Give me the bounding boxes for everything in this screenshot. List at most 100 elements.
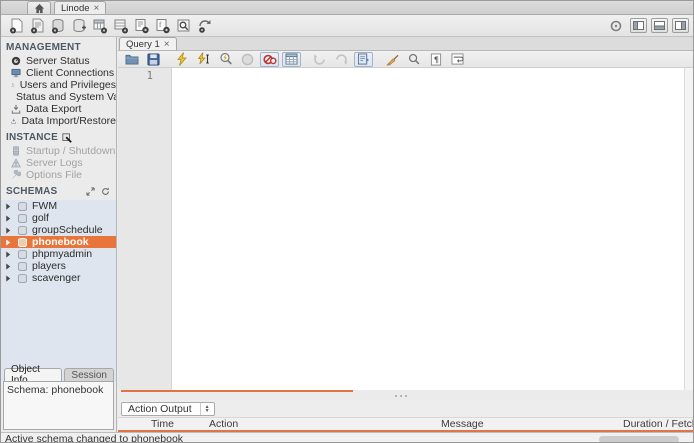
instance-section-title: INSTANCE bbox=[1, 127, 116, 145]
close-icon[interactable]: × bbox=[164, 40, 170, 49]
create-table-button[interactable] bbox=[89, 16, 110, 35]
sidebar-item-server-logs[interactable]: Server Logs bbox=[1, 157, 116, 169]
output-type-select[interactable]: Action Output ▲▼ bbox=[121, 402, 215, 416]
query-tab-label: Query 1 bbox=[126, 39, 160, 50]
output-col-time[interactable]: Time bbox=[151, 418, 209, 430]
schema-row-groupschedule[interactable]: groupSchedule bbox=[1, 224, 116, 236]
tab-object-info[interactable]: Object Info bbox=[4, 368, 62, 381]
find-button[interactable] bbox=[404, 52, 423, 67]
expander-icon[interactable] bbox=[5, 227, 13, 234]
sidebar-item-startup-shutdown[interactable]: Startup / Shutdown bbox=[1, 145, 116, 157]
create-view-icon bbox=[113, 18, 129, 34]
autocommit-icon bbox=[357, 53, 370, 65]
schemas-title-label: SCHEMAS bbox=[6, 186, 57, 197]
save-script-button[interactable] bbox=[144, 52, 163, 67]
object-info-text: Schema: phonebook bbox=[7, 384, 103, 396]
home-tab[interactable] bbox=[27, 1, 51, 14]
panel-splitter[interactable] bbox=[118, 392, 694, 400]
schema-row-fwm[interactable]: FWM bbox=[1, 200, 116, 212]
output-type-label: Action Output bbox=[128, 403, 192, 415]
schema-row-scavenger[interactable]: scavenger bbox=[1, 272, 116, 284]
toggle-limit-rows-button[interactable] bbox=[282, 52, 301, 67]
output-col-action[interactable]: Action bbox=[209, 418, 441, 430]
explain-plan-button[interactable] bbox=[216, 52, 235, 67]
schema-row-phpmyadmin[interactable]: phpmyadmin bbox=[1, 248, 116, 260]
toggle-invisible-characters-button[interactable]: ¶ bbox=[426, 52, 445, 67]
sidebar-item-data-import[interactable]: Data Import/Restore bbox=[1, 115, 116, 127]
toggle-word-wrap-button[interactable] bbox=[448, 52, 467, 67]
output-col-message[interactable]: Message bbox=[441, 418, 623, 430]
stop-execution-button[interactable] bbox=[238, 52, 257, 67]
sidebar-item-server-status[interactable]: Server Status bbox=[1, 55, 116, 67]
expander-icon[interactable] bbox=[5, 275, 13, 282]
sql-editor[interactable]: 1 bbox=[118, 68, 694, 390]
toggle-right-sidebar-button[interactable] bbox=[672, 18, 689, 33]
reconnect-dbms-button[interactable] bbox=[194, 16, 215, 35]
schema-row-golf[interactable]: golf bbox=[1, 212, 116, 224]
select-stepper-icon[interactable]: ▲▼ bbox=[200, 403, 214, 415]
splitter-grip-icon bbox=[395, 395, 409, 397]
schema-db-icon bbox=[17, 262, 28, 271]
expand-schemas-icon[interactable] bbox=[86, 187, 95, 196]
execute-button[interactable] bbox=[172, 52, 191, 67]
schema-row-players[interactable]: players bbox=[1, 260, 116, 272]
status-indicator-button[interactable] bbox=[605, 16, 626, 35]
new-query-tab-button[interactable] bbox=[5, 16, 26, 35]
inspector-button[interactable] bbox=[47, 16, 68, 35]
schema-name-label: phonebook bbox=[32, 236, 89, 248]
find-icon bbox=[408, 53, 420, 65]
editor-scrollbar-track[interactable] bbox=[684, 68, 694, 390]
sidebar-item-status-system-variables[interactable]: Status and System Variables bbox=[1, 91, 116, 103]
reconnect-dbms-icon bbox=[197, 18, 213, 34]
create-schema-button[interactable] bbox=[68, 16, 89, 35]
stop-on-error-icon bbox=[263, 53, 277, 66]
instance-title-label: INSTANCE bbox=[6, 132, 58, 143]
beautify-sql-button[interactable] bbox=[382, 52, 401, 67]
toggle-left-sidebar-button[interactable] bbox=[630, 18, 647, 33]
stop-icon bbox=[241, 53, 254, 66]
expander-icon[interactable] bbox=[5, 239, 13, 246]
sql-editor-area: Query 1 × bbox=[118, 37, 694, 432]
sidebar-item-label: Data Import/Restore bbox=[21, 115, 116, 127]
limit-rows-grid-icon bbox=[285, 53, 298, 65]
expander-icon[interactable] bbox=[5, 203, 13, 210]
open-sql-file-button[interactable] bbox=[122, 52, 141, 67]
open-sql-script-button[interactable] bbox=[26, 16, 47, 35]
management-section-title: MANAGEMENT bbox=[1, 37, 116, 55]
output-col-duration[interactable]: Duration / Fetch bbox=[623, 418, 694, 430]
sql-editor-toolbar: ¶ bbox=[118, 51, 694, 68]
sidebar-item-data-export[interactable]: Data Export bbox=[1, 103, 116, 115]
search-table-data-button[interactable] bbox=[173, 16, 194, 35]
schema-name-label: groupSchedule bbox=[32, 224, 103, 236]
expander-icon[interactable] bbox=[5, 215, 13, 222]
output-table-header-row: Time Action Message Duration / Fetch bbox=[118, 417, 694, 430]
sidebar-item-options-file[interactable]: Options File bbox=[1, 169, 116, 181]
schema-db-icon bbox=[17, 202, 28, 211]
tab-session[interactable]: Session bbox=[64, 368, 114, 381]
toggle-stop-on-error-button[interactable] bbox=[260, 52, 279, 67]
toggle-autocommit-button[interactable] bbox=[354, 52, 373, 67]
search-data-icon bbox=[176, 18, 192, 34]
create-function-button[interactable]: f bbox=[152, 16, 173, 35]
refresh-schemas-icon[interactable] bbox=[101, 187, 110, 196]
expander-icon[interactable] bbox=[5, 251, 13, 258]
rollback-button[interactable] bbox=[332, 52, 351, 67]
close-icon[interactable]: × bbox=[94, 4, 100, 13]
query-tab-1[interactable]: Query 1 × bbox=[119, 37, 177, 50]
create-view-button[interactable] bbox=[110, 16, 131, 35]
connection-tab-linode[interactable]: Linode × bbox=[54, 1, 106, 14]
export-icon bbox=[11, 104, 21, 114]
create-procedure-button[interactable] bbox=[131, 16, 152, 35]
commit-button[interactable] bbox=[310, 52, 329, 67]
horizontal-scrollbar-thumb[interactable] bbox=[599, 436, 679, 443]
schemas-section-title: SCHEMAS bbox=[1, 181, 116, 199]
expander-icon[interactable] bbox=[5, 263, 13, 270]
management-title-label: MANAGEMENT bbox=[6, 42, 81, 53]
execute-current-statement-button[interactable] bbox=[194, 52, 213, 67]
schema-row-phonebook[interactable]: phonebook bbox=[1, 236, 116, 248]
toggle-bottom-panel-button[interactable] bbox=[651, 18, 668, 33]
sidebar-item-client-connections[interactable]: Client Connections bbox=[1, 67, 116, 79]
schema-db-icon bbox=[17, 274, 28, 283]
sidebar-item-users-privileges[interactable]: Users and Privileges bbox=[1, 79, 116, 91]
execute-current-icon bbox=[197, 52, 210, 66]
